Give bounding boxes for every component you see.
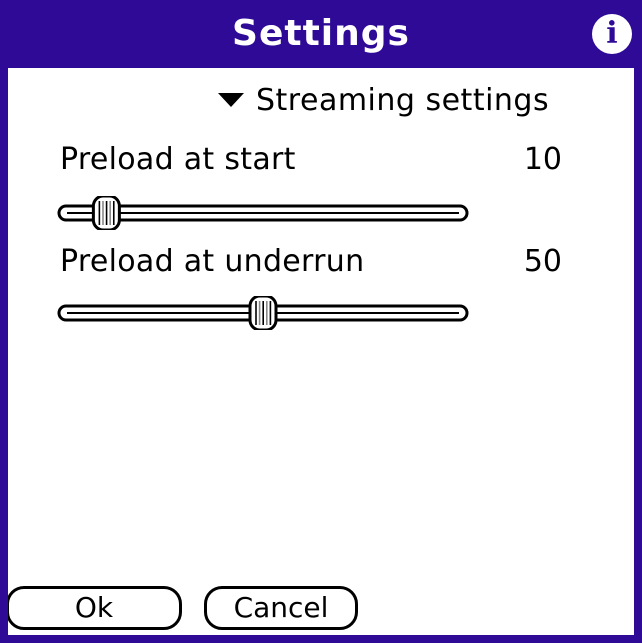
preload-underrun-value: 50 [523,244,562,279]
triangle-down-icon [218,93,244,107]
preload-underrun-label: Preload at underrun [60,244,365,279]
slider-graphic [57,296,469,330]
section-label: Streaming settings [256,82,550,118]
window-title: Settings [232,13,410,54]
slider-thumb[interactable] [91,196,121,230]
preload-start-value: 10 [523,142,562,177]
preload-underrun-slider[interactable] [56,296,470,330]
ok-button[interactable]: Ok [6,586,182,630]
slider-graphic [57,196,469,230]
info-icon[interactable]: i [592,14,632,54]
preload-start-slider[interactable] [56,196,470,230]
preload-start-label: Preload at start [60,142,296,177]
slider-thumb[interactable] [248,296,278,330]
title-bar: Settings i [0,0,642,68]
cancel-button[interactable]: Cancel [204,586,358,630]
section-dropdown[interactable]: Streaming settings [218,80,549,120]
settings-window: Settings i Streaming settings Preload at… [0,0,642,643]
